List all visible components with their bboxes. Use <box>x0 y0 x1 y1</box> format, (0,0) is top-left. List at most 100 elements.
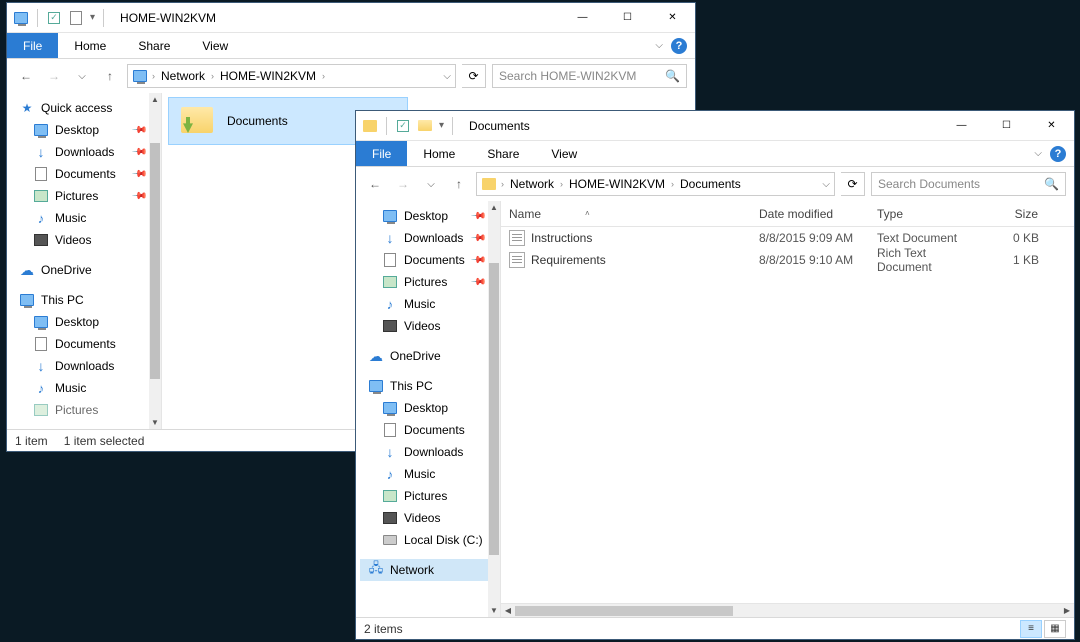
help-icon[interactable]: ? <box>1050 146 1066 162</box>
col-type[interactable]: Type <box>869 201 987 226</box>
content-area[interactable]: Name ˄ Date modified Type Size Instructi… <box>501 201 1074 617</box>
nav-videos[interactable]: Videos <box>11 229 161 251</box>
scroll-right-icon[interactable]: ▶ <box>1060 606 1074 615</box>
nav-pc-music[interactable]: ♪ Music <box>360 463 500 485</box>
tab-view[interactable]: View <box>535 141 593 166</box>
chevron-right-icon[interactable]: › <box>501 179 504 189</box>
nav-quick-access[interactable]: ★ Quick access <box>11 97 161 119</box>
nav-desktop[interactable]: Desktop 📌 <box>360 205 500 227</box>
nav-pc-desktop[interactable]: Desktop <box>11 311 161 333</box>
nav-pc-downloads[interactable]: ↓ Downloads <box>360 441 500 463</box>
titlebar[interactable]: ✓ ▾ HOME-WIN2KVM — ☐ ✕ <box>7 3 695 33</box>
horizontal-scrollbar[interactable]: ◀ ▶ <box>501 603 1074 617</box>
view-large-button[interactable]: ▦ <box>1044 620 1066 638</box>
tab-home[interactable]: Home <box>58 33 122 58</box>
view-details-button[interactable]: ≡ <box>1020 620 1042 638</box>
navigation-pane[interactable]: ★ Quick access Desktop 📌 ↓ Downloads 📌 D… <box>7 93 162 429</box>
breadcrumb[interactable]: Documents <box>678 177 743 191</box>
nav-this-pc[interactable]: This PC <box>11 289 161 311</box>
table-row[interactable]: Requirements 8/8/2015 9:10 AM Rich Text … <box>501 249 1074 271</box>
address-bar[interactable]: › Network › HOME-WIN2KVM › ⌵ <box>127 64 456 88</box>
nav-pictures[interactable]: Pictures 📌 <box>360 271 500 293</box>
nav-desktop[interactable]: Desktop 📌 <box>11 119 161 141</box>
chevron-right-icon[interactable]: › <box>671 179 674 189</box>
nav-pc-pictures[interactable]: Pictures <box>360 485 500 507</box>
nav-pc-desktop[interactable]: Desktop <box>360 397 500 419</box>
nav-pc-documents[interactable]: Documents <box>360 419 500 441</box>
nav-pc-localdisk[interactable]: Local Disk (C:) <box>360 529 500 551</box>
col-name[interactable]: Name ˄ <box>501 201 751 226</box>
close-button[interactable]: ✕ <box>1029 111 1074 140</box>
refresh-button[interactable]: ⟳ <box>462 64 486 88</box>
nav-videos[interactable]: Videos <box>360 315 500 337</box>
refresh-button[interactable]: ⟳ <box>841 172 865 196</box>
nav-onedrive[interactable]: ☁ OneDrive <box>11 259 161 281</box>
nav-scrollbar[interactable]: ▲ ▼ <box>149 93 161 429</box>
titlebar[interactable]: ✓ ▾ Documents — ☐ ✕ <box>356 111 1074 141</box>
qat-properties-icon[interactable]: ✓ <box>395 118 411 134</box>
maximize-button[interactable]: ☐ <box>984 111 1029 140</box>
nav-pictures[interactable]: Pictures 📌 <box>11 185 161 207</box>
nav-downloads[interactable]: ↓ Downloads 📌 <box>360 227 500 249</box>
nav-this-pc[interactable]: This PC <box>360 375 500 397</box>
nav-downloads[interactable]: ↓ Downloads 📌 <box>11 141 161 163</box>
close-button[interactable]: ✕ <box>650 3 695 32</box>
nav-pc-downloads[interactable]: ↓ Downloads <box>11 355 161 377</box>
qat-newfolder-icon[interactable] <box>68 10 84 26</box>
nav-documents[interactable]: Documents 📌 <box>11 163 161 185</box>
scroll-down-icon[interactable]: ▼ <box>488 604 500 617</box>
breadcrumb[interactable]: HOME-WIN2KVM <box>218 69 318 83</box>
up-button[interactable]: ↑ <box>448 173 470 195</box>
scroll-thumb[interactable] <box>489 263 499 554</box>
breadcrumb[interactable]: Network <box>508 177 556 191</box>
ribbon-expand-icon[interactable]: ⌵ <box>1034 148 1042 159</box>
address-dropdown-icon[interactable]: ⌵ <box>443 71 451 82</box>
scroll-up-icon[interactable]: ▲ <box>149 93 161 106</box>
tab-home[interactable]: Home <box>407 141 471 166</box>
tab-file[interactable]: File <box>7 33 58 58</box>
search-input[interactable]: Search Documents 🔍 <box>871 172 1066 196</box>
nav-pc-videos[interactable]: Videos <box>360 507 500 529</box>
tab-file[interactable]: File <box>356 141 407 166</box>
scroll-up-icon[interactable]: ▲ <box>488 201 500 214</box>
qat-newfolder-icon[interactable] <box>417 118 433 134</box>
recent-dropdown-icon[interactable]: ⌵ <box>71 65 93 87</box>
up-button[interactable]: ↑ <box>99 65 121 87</box>
table-row[interactable]: Instructions 8/8/2015 9:09 AM Text Docum… <box>501 227 1074 249</box>
address-bar[interactable]: › Network › HOME-WIN2KVM › Documents ⌵ <box>476 172 835 196</box>
back-button[interactable]: ← <box>364 173 386 195</box>
col-date[interactable]: Date modified <box>751 201 869 226</box>
nav-pc-documents[interactable]: Documents <box>11 333 161 355</box>
recent-dropdown-icon[interactable]: ⌵ <box>420 173 442 195</box>
tab-share[interactable]: Share <box>471 141 535 166</box>
chevron-right-icon[interactable]: › <box>322 71 325 81</box>
tab-view[interactable]: View <box>186 33 244 58</box>
scroll-thumb[interactable] <box>150 143 160 378</box>
tab-share[interactable]: Share <box>122 33 186 58</box>
help-icon[interactable]: ? <box>671 38 687 54</box>
minimize-button[interactable]: — <box>939 111 984 140</box>
minimize-button[interactable]: — <box>560 3 605 32</box>
nav-network[interactable]: 🖧 Network <box>360 559 500 581</box>
qat-dropdown-icon[interactable]: ▾ <box>90 12 95 23</box>
back-button[interactable]: ← <box>15 65 37 87</box>
search-input[interactable]: Search HOME-WIN2KVM 🔍 <box>492 64 687 88</box>
address-dropdown-icon[interactable]: ⌵ <box>822 179 830 190</box>
chevron-right-icon[interactable]: › <box>152 71 155 81</box>
scroll-thumb[interactable] <box>515 606 733 616</box>
qat-dropdown-icon[interactable]: ▾ <box>439 120 444 131</box>
chevron-right-icon[interactable]: › <box>211 71 214 81</box>
forward-button[interactable]: → <box>43 65 65 87</box>
maximize-button[interactable]: ☐ <box>605 3 650 32</box>
nav-music[interactable]: ♪ Music <box>360 293 500 315</box>
col-size[interactable]: Size <box>987 201 1047 226</box>
nav-documents[interactable]: Documents 📌 <box>360 249 500 271</box>
chevron-right-icon[interactable]: › <box>560 179 563 189</box>
scroll-down-icon[interactable]: ▼ <box>149 416 161 429</box>
forward-button[interactable]: → <box>392 173 414 195</box>
nav-music[interactable]: ♪ Music <box>11 207 161 229</box>
navigation-pane[interactable]: Desktop 📌 ↓ Downloads 📌 Documents 📌 Pict… <box>356 201 501 617</box>
nav-pc-music[interactable]: ♪ Music <box>11 377 161 399</box>
nav-onedrive[interactable]: ☁ OneDrive <box>360 345 500 367</box>
qat-properties-icon[interactable]: ✓ <box>46 10 62 26</box>
